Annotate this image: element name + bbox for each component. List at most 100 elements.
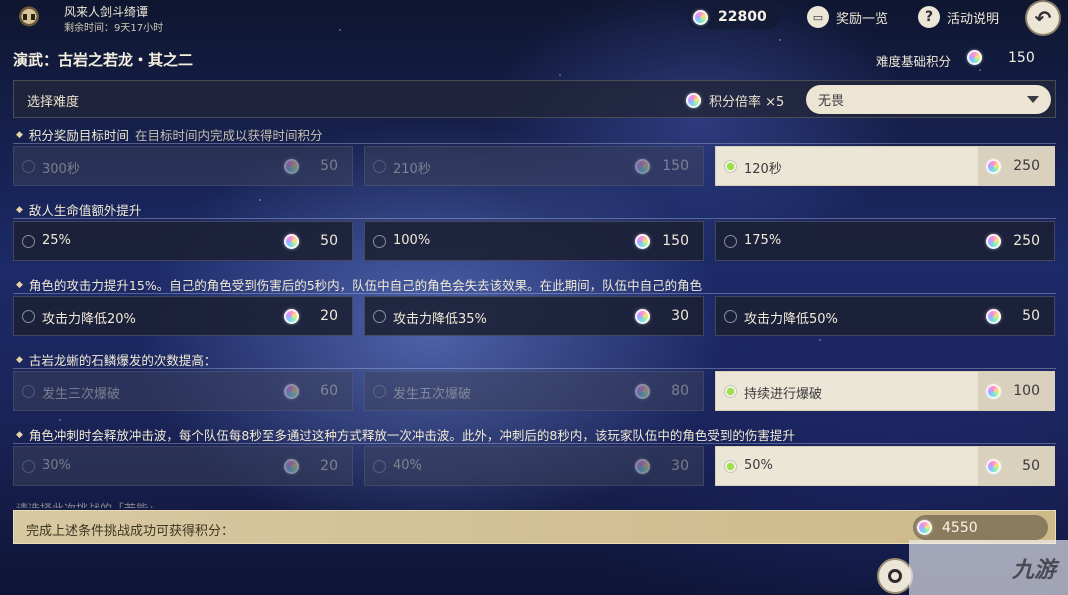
total-score-label: 完成上述条件挑战成功可获得积分： bbox=[26, 524, 235, 539]
score-orb-icon bbox=[967, 50, 982, 65]
back-arrow-icon: ↶ bbox=[1034, 6, 1052, 30]
condition-option[interactable]: 120秒 250 bbox=[715, 146, 1055, 186]
section-title: 敌人生命值额外提升 bbox=[28, 203, 142, 218]
score-orb-icon bbox=[986, 234, 1001, 249]
section-divider bbox=[13, 443, 1056, 444]
section-divider bbox=[13, 293, 1056, 294]
score-orb-icon bbox=[635, 234, 650, 249]
multiplier-text: 积分倍率 ×5 bbox=[709, 95, 785, 110]
option-label: 攻击力降低35% bbox=[393, 312, 487, 327]
gift-box-icon: ▭ bbox=[807, 6, 829, 28]
condition-option: 30% 20 bbox=[13, 446, 353, 486]
score-multiplier: 积分倍率 ×5 bbox=[686, 91, 784, 110]
option-score: 30 bbox=[671, 458, 689, 474]
radio-icon bbox=[22, 160, 35, 173]
score-orb-icon bbox=[284, 384, 299, 399]
option-score: 20 bbox=[320, 458, 338, 474]
top-bar: 风来人剑斗绮谭 剩余时间：9天17小时 22800 ▭ 奖励一览 ? 活动说明 … bbox=[0, 0, 1068, 36]
total-score-value: 4550 bbox=[942, 519, 978, 536]
option-score: 50 bbox=[1022, 458, 1040, 474]
currency-value: 22800 bbox=[718, 9, 767, 25]
score-orb-icon bbox=[917, 520, 932, 535]
section-subtitle: 在目标时间内完成以获得时间积分 bbox=[134, 128, 323, 143]
challenge-start-button[interactable] bbox=[877, 558, 913, 594]
section-title: 积分奖励目标时间 bbox=[28, 128, 129, 143]
back-button[interactable]: ↶ bbox=[1027, 2, 1059, 34]
option-label: 30% bbox=[42, 458, 71, 473]
difficulty-select[interactable]: 无畏 bbox=[806, 85, 1051, 114]
condition-option[interactable]: 攻击力降低20% 20 bbox=[13, 296, 353, 336]
condition-option: 40% 30 bbox=[364, 446, 704, 486]
option-score: 150 bbox=[662, 158, 689, 174]
event-logo-icon bbox=[12, 2, 46, 34]
total-score-bar: 完成上述条件挑战成功可获得积分： 4550 bbox=[13, 510, 1056, 544]
radio-icon bbox=[724, 160, 737, 173]
section-title: 古岩龙蜥的石鳞爆发的次数提高： bbox=[28, 353, 217, 368]
radio-icon bbox=[22, 235, 35, 248]
section-heading: ◆ 积分奖励目标时间 在目标时间内完成以获得时间积分 bbox=[16, 125, 322, 144]
option-label: 120秒 bbox=[744, 162, 782, 177]
option-score: 50 bbox=[1022, 308, 1040, 324]
section-divider bbox=[13, 143, 1056, 144]
currency-display: 22800 bbox=[687, 5, 780, 29]
next-section-peek: 请选择此次挑战的「若能」 bbox=[16, 500, 160, 508]
score-orb-icon bbox=[635, 309, 650, 324]
rewards-button[interactable]: ▭ 奖励一览 bbox=[807, 5, 888, 29]
score-orb-icon bbox=[986, 309, 1001, 324]
score-orb-icon bbox=[284, 234, 299, 249]
help-icon: ? bbox=[918, 6, 940, 28]
condition-option[interactable]: 175% 250 bbox=[715, 221, 1055, 261]
condition-option[interactable]: 持续进行爆破 100 bbox=[715, 371, 1055, 411]
radio-icon bbox=[373, 160, 386, 173]
section-title: 角色冲刺时会释放冲击波，每个队伍每8秒至多通过这种方式释放一次冲击波。此外，冲刺… bbox=[28, 428, 795, 443]
base-score-value: 150 bbox=[1008, 50, 1035, 66]
event-title: 风来人剑斗绮谭 bbox=[64, 5, 149, 19]
option-score: 60 bbox=[320, 383, 338, 399]
radio-icon bbox=[373, 235, 386, 248]
radio-icon bbox=[373, 460, 386, 473]
option-label: 175% bbox=[744, 233, 782, 248]
difficulty-label: 选择难度 bbox=[27, 95, 80, 110]
score-orb-icon bbox=[284, 309, 299, 324]
radio-icon bbox=[724, 235, 737, 248]
condition-option[interactable]: 50% 50 bbox=[715, 446, 1055, 486]
ring-icon bbox=[888, 569, 902, 583]
condition-option[interactable]: 25% 50 bbox=[13, 221, 353, 261]
score-orb-icon bbox=[635, 459, 650, 474]
score-orb-icon bbox=[986, 459, 1001, 474]
help-label: 活动说明 bbox=[947, 11, 1000, 27]
diamond-bullet-icon: ◆ bbox=[16, 204, 23, 215]
condition-option[interactable]: 100% 150 bbox=[364, 221, 704, 261]
option-label: 25% bbox=[42, 233, 71, 248]
radio-icon bbox=[373, 310, 386, 323]
diamond-bullet-icon: ◆ bbox=[16, 129, 23, 140]
section-title: 角色的攻击力提升15%。自己的角色受到伤害后的5秒内，队伍中自己的角色会失去该效… bbox=[28, 278, 703, 293]
option-score: 50 bbox=[320, 158, 338, 174]
diamond-bullet-icon: ◆ bbox=[16, 429, 23, 440]
radio-icon bbox=[724, 385, 737, 398]
option-label: 210秒 bbox=[393, 162, 431, 177]
radio-icon bbox=[22, 310, 35, 323]
score-orb-icon bbox=[986, 159, 1001, 174]
option-score: 100 bbox=[1013, 383, 1040, 399]
condition-option: 210秒 150 bbox=[364, 146, 704, 186]
option-label: 100% bbox=[393, 233, 431, 248]
help-button[interactable]: ? 活动说明 bbox=[918, 5, 999, 29]
difficulty-selected-value: 无畏 bbox=[818, 94, 845, 109]
option-score: 50 bbox=[320, 233, 338, 249]
option-score: 80 bbox=[671, 383, 689, 399]
watermark-text: 九游 bbox=[1011, 557, 1056, 583]
option-score: 250 bbox=[1013, 158, 1040, 174]
option-label: 持续进行爆破 bbox=[744, 387, 823, 402]
option-label: 攻击力降低50% bbox=[744, 312, 838, 327]
score-orb-icon bbox=[284, 159, 299, 174]
condition-option: 发生三次爆破 60 bbox=[13, 371, 353, 411]
diamond-bullet-icon: ◆ bbox=[16, 279, 23, 290]
section-heading: ◆ 角色的攻击力提升15%。自己的角色受到伤害后的5秒内，队伍中自己的角色会失去该… bbox=[16, 275, 702, 294]
option-label: 300秒 bbox=[42, 162, 80, 177]
option-label: 发生三次爆破 bbox=[42, 387, 121, 402]
condition-option[interactable]: 攻击力降低35% 30 bbox=[364, 296, 704, 336]
remaining-time: 剩余时间：9天17小时 bbox=[64, 23, 164, 34]
score-orb-icon bbox=[686, 93, 701, 108]
condition-option[interactable]: 攻击力降低50% 50 bbox=[715, 296, 1055, 336]
